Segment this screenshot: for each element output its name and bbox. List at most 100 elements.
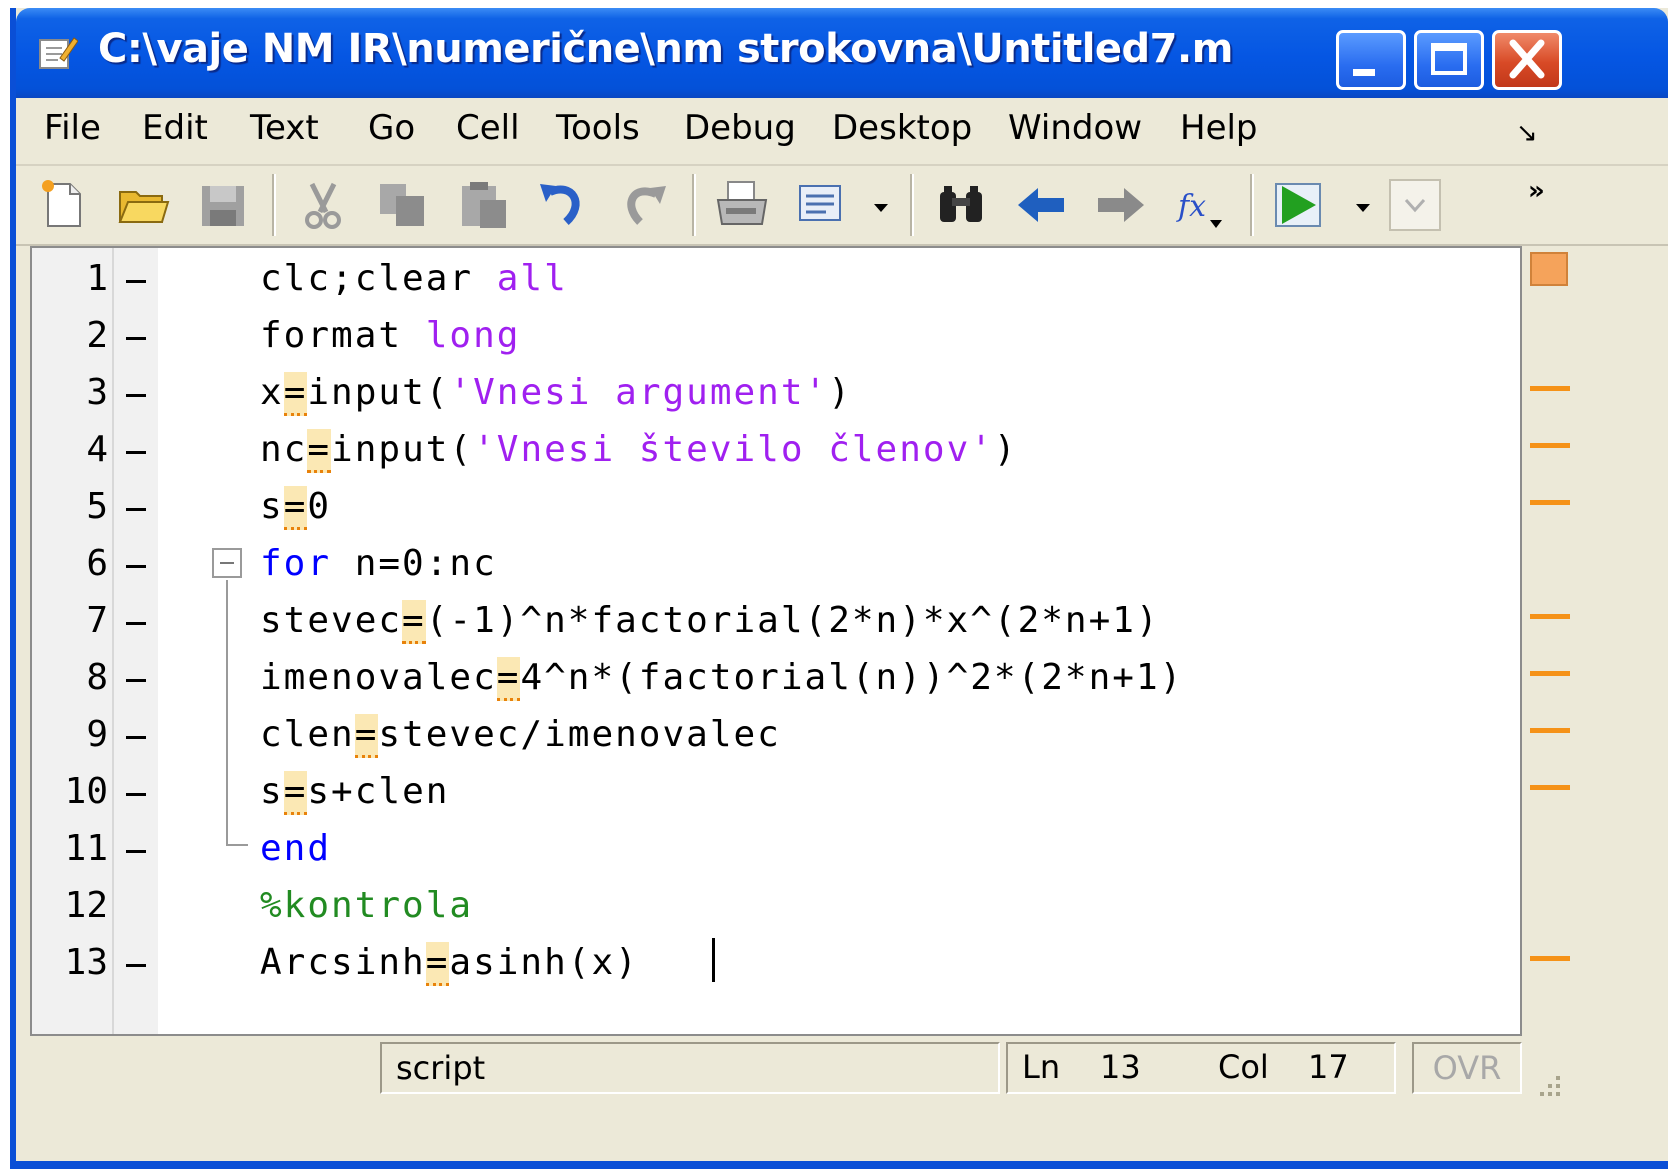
warning-marker[interactable] <box>1530 500 1570 505</box>
line-number: 10 <box>64 771 108 812</box>
editor-window: C:\vaje NM IR\numerične\nm strokovna\Unt… <box>10 8 1668 1169</box>
code-token: n=0:nc <box>331 543 497 584</box>
menu-window[interactable]: Window <box>1008 108 1142 148</box>
toolbar-separator <box>910 174 914 236</box>
line-number: 3 <box>86 372 108 413</box>
mlint-warning[interactable]: = <box>425 942 450 986</box>
print-icon[interactable] <box>716 178 770 232</box>
svg-text:fx: fx <box>1176 189 1206 224</box>
back-icon[interactable] <box>1014 178 1068 232</box>
mlint-warning[interactable]: = <box>496 657 521 701</box>
line-number: 7 <box>86 600 108 641</box>
mlint-warning[interactable]: = <box>283 372 308 416</box>
warning-marker[interactable] <box>1530 386 1570 391</box>
code-token: ) <box>993 429 1018 470</box>
warning-marker[interactable] <box>1530 785 1570 790</box>
menu-debug[interactable]: Debug <box>684 108 796 148</box>
breakpoint-dash[interactable] <box>126 565 146 568</box>
find-icon[interactable] <box>934 178 988 232</box>
cut-icon[interactable] <box>296 178 350 232</box>
code-token: s <box>260 771 284 812</box>
find-files-icon[interactable] <box>796 178 850 232</box>
chevron-down-icon[interactable] <box>866 178 896 232</box>
new-file-icon[interactable] <box>36 178 90 232</box>
line-number: 2 <box>86 315 108 356</box>
redo-icon[interactable] <box>616 178 670 232</box>
undo-icon[interactable] <box>536 178 590 232</box>
run-icon[interactable] <box>1272 178 1326 232</box>
code-token: s <box>260 486 284 527</box>
breakpoint-dash[interactable] <box>126 793 146 796</box>
close-button[interactable] <box>1492 30 1562 90</box>
code-line: nc=input('Vnesi število členov') <box>260 429 1018 473</box>
dropdown-button-icon[interactable] <box>1388 178 1442 232</box>
mlint-warning[interactable]: = <box>402 600 426 644</box>
mlint-warning[interactable]: = <box>307 429 332 473</box>
menu-help[interactable]: Help <box>1180 108 1258 148</box>
code-token: Arcsinh <box>260 942 426 983</box>
window-title: C:\vaje NM IR\numerične\nm strokovna\Unt… <box>98 26 1233 72</box>
resize-grip-icon[interactable] <box>1532 1068 1562 1098</box>
mlint-warning[interactable]: = <box>283 486 308 530</box>
breakpoint-dash[interactable] <box>126 508 146 511</box>
code-token: input( <box>307 372 450 413</box>
code-line: x=input('Vnesi argument') <box>260 372 852 416</box>
paste-icon[interactable] <box>456 178 510 232</box>
line-number: 4 <box>86 429 108 470</box>
breakpoint-dash[interactable] <box>126 394 146 397</box>
menu-tools[interactable]: Tools <box>556 108 640 148</box>
code-fold-toggle[interactable] <box>212 548 242 578</box>
mlint-status-indicator[interactable] <box>1530 252 1568 286</box>
toolbar-separator <box>272 174 276 236</box>
mlint-warning[interactable]: = <box>354 714 379 758</box>
code-editor[interactable]: 1 2 3 4 5 6 7 8 9 10 11 12 13 clc;clear … <box>30 246 1522 1036</box>
editor-document-icon <box>39 37 78 69</box>
breakpoint-dash[interactable] <box>126 736 146 739</box>
chevron-down-icon[interactable] <box>1348 178 1378 232</box>
menu-desktop[interactable]: Desktop <box>832 108 972 148</box>
title-bar[interactable]: C:\vaje NM IR\numerične\nm strokovna\Unt… <box>16 8 1668 98</box>
minimize-icon <box>1353 69 1375 76</box>
breakpoint-dash[interactable] <box>126 850 146 853</box>
breakpoint-dash[interactable] <box>126 679 146 682</box>
breakpoint-dash[interactable] <box>126 280 146 283</box>
close-icon <box>1509 39 1545 79</box>
warning-marker[interactable] <box>1530 443 1570 448</box>
breakpoint-dash[interactable] <box>126 964 146 967</box>
code-token: ) <box>828 372 852 413</box>
minimize-button[interactable] <box>1336 30 1406 90</box>
warning-marker[interactable] <box>1530 671 1570 676</box>
warning-marker[interactable] <box>1530 728 1570 733</box>
code-token: format <box>260 315 426 356</box>
menu-go[interactable]: Go <box>368 108 415 148</box>
dock-arrow-icon[interactable]: ↘ <box>1516 118 1538 148</box>
line-value: 13 <box>1100 1048 1141 1086</box>
forward-icon[interactable] <box>1094 178 1148 232</box>
menu-text[interactable]: Text <box>250 108 319 148</box>
gutter-separator <box>112 248 114 1034</box>
maximize-button[interactable] <box>1414 30 1484 90</box>
menu-file[interactable]: File <box>44 108 101 148</box>
line-number: 12 <box>64 885 108 926</box>
breakpoint-dash[interactable] <box>126 451 146 454</box>
code-line: imenovalec=4^n*(factorial(n))^2*(2*n+1) <box>260 657 1183 701</box>
breakpoint-dash[interactable] <box>126 622 146 625</box>
code-token: all <box>496 258 568 299</box>
menu-cell[interactable]: Cell <box>456 108 520 148</box>
cursor-position-status: Ln 13 Col 17 <box>1006 1042 1396 1094</box>
menu-edit[interactable]: Edit <box>142 108 208 148</box>
maximize-icon <box>1431 43 1467 75</box>
code-token: imenovalec <box>260 657 497 698</box>
function-icon[interactable]: fx <box>1174 178 1228 232</box>
warning-marker[interactable] <box>1530 956 1570 961</box>
open-folder-icon[interactable] <box>116 178 170 232</box>
toolbar-overflow-icon[interactable]: » <box>1528 176 1545 206</box>
breakpoint-dash[interactable] <box>126 337 146 340</box>
code-line: end <box>260 828 331 869</box>
line-number: 6 <box>86 543 108 584</box>
warning-marker[interactable] <box>1530 614 1570 619</box>
mlint-warning[interactable]: = <box>283 771 308 815</box>
copy-icon[interactable] <box>376 178 430 232</box>
code-token: input( <box>331 429 474 470</box>
save-icon[interactable] <box>196 178 250 232</box>
